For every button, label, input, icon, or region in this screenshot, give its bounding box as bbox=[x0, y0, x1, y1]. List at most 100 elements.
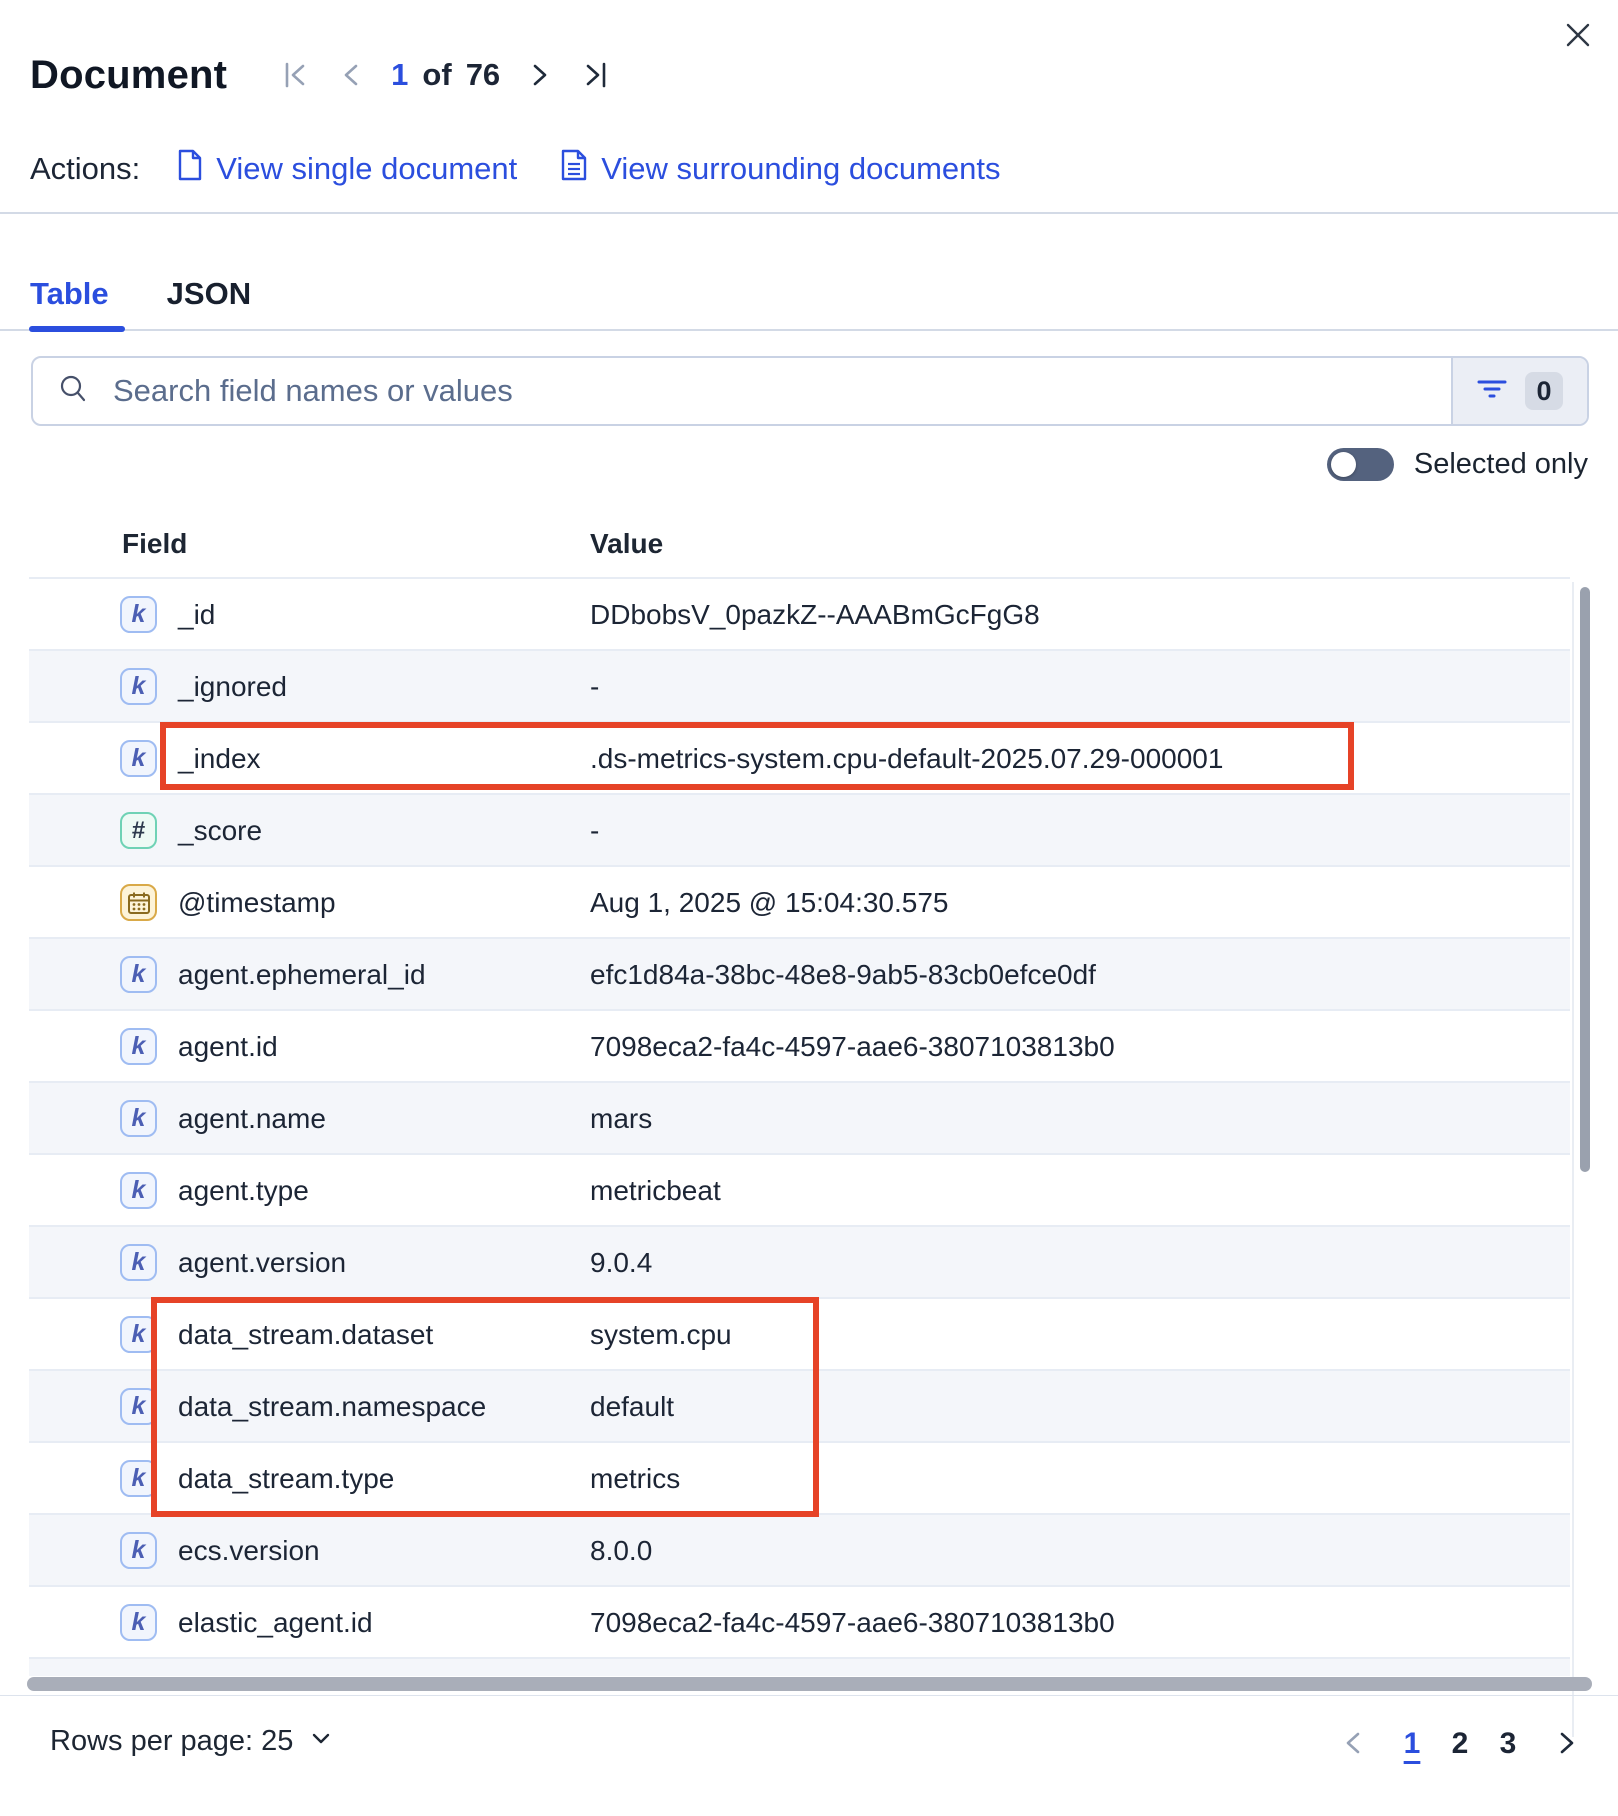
field-name: data_stream.namespace bbox=[178, 1371, 486, 1443]
field-filters-button[interactable]: 0 bbox=[1451, 358, 1587, 424]
table-row-_score[interactable]: # _score - bbox=[29, 793, 1570, 865]
field-value: - bbox=[590, 651, 599, 723]
field-name: _ignored bbox=[178, 651, 287, 723]
filter-count-badge: 0 bbox=[1525, 372, 1563, 410]
field-name: _index bbox=[178, 723, 261, 795]
next-page-button[interactable] bbox=[1546, 1720, 1588, 1769]
keyword-field-icon: k bbox=[120, 740, 157, 777]
search-icon bbox=[57, 373, 89, 410]
keyword-field-icon: k bbox=[120, 1172, 157, 1209]
current-document-number: 1 bbox=[391, 57, 408, 93]
next-document-button[interactable] bbox=[526, 59, 554, 91]
field-value: mars bbox=[590, 1083, 652, 1155]
document-icon bbox=[176, 148, 204, 190]
field-value: 7098eca2-fa4c-4597-aae6-3807103813b0 bbox=[590, 1587, 1115, 1659]
field-name: agent.type bbox=[178, 1155, 309, 1227]
flyout-header: Document 1 of 76 bbox=[30, 50, 612, 100]
field-name: _id bbox=[178, 579, 215, 651]
view-single-document-link[interactable]: View single document bbox=[176, 148, 517, 190]
keyword-field-icon: k bbox=[120, 1532, 157, 1569]
field-value: DDbobsV_0pazkZ--AAABmGcFgG8 bbox=[590, 579, 1040, 651]
table-row-data_stream.namespace[interactable]: k data_stream.namespace default bbox=[29, 1369, 1570, 1441]
tab-json[interactable]: JSON bbox=[167, 276, 255, 334]
chevron-left-icon bbox=[337, 59, 365, 91]
field-value: .ds-metrics-system.cpu-default-2025.07.2… bbox=[590, 723, 1223, 795]
field-name: agent.ephemeral_id bbox=[178, 939, 426, 1011]
table-row-_id[interactable]: k _id DDbobsV_0pazkZ--AAABmGcFgG8 bbox=[29, 577, 1570, 649]
date-field-icon bbox=[120, 884, 157, 921]
keyword-field-icon: k bbox=[120, 1244, 157, 1281]
table-row-data_stream.dataset[interactable]: k data_stream.dataset system.cpu bbox=[29, 1297, 1570, 1369]
table-row-agent.ephemeral_id[interactable]: k agent.ephemeral_id efc1d84a-38bc-48e8-… bbox=[29, 937, 1570, 1009]
last-document-button[interactable] bbox=[580, 59, 612, 91]
field-name: _score bbox=[178, 795, 262, 867]
keyword-field-icon: k bbox=[120, 956, 157, 993]
previous-page-button[interactable] bbox=[1332, 1720, 1374, 1769]
field-value: metrics bbox=[590, 1443, 680, 1515]
rows-per-page-label: Rows per page: 25 bbox=[50, 1725, 293, 1758]
page-button-2[interactable]: 2 bbox=[1436, 1718, 1484, 1770]
documents-icon bbox=[559, 148, 589, 190]
keyword-field-icon: k bbox=[120, 1388, 157, 1425]
field-name: agent.name bbox=[178, 1083, 326, 1155]
footer-divider bbox=[0, 1695, 1618, 1696]
table-row-partial bbox=[29, 1657, 1570, 1676]
rows-per-page-button[interactable]: Rows per page: 25 bbox=[44, 1724, 339, 1759]
field-value: - bbox=[590, 795, 599, 867]
table-row-ecs.version[interactable]: k ecs.version 8.0.0 bbox=[29, 1513, 1570, 1585]
tabs-rule bbox=[0, 329, 1618, 331]
toggle-knob bbox=[1331, 452, 1356, 477]
field-name: agent.id bbox=[178, 1011, 278, 1083]
view-surrounding-documents-link[interactable]: View surrounding documents bbox=[559, 148, 1000, 190]
field-value: 7098eca2-fa4c-4597-aae6-3807103813b0 bbox=[590, 1011, 1115, 1083]
field-value: default bbox=[590, 1371, 674, 1443]
document-pager: 1 of 76 bbox=[279, 57, 612, 93]
field-value: Aug 1, 2025 @ 15:04:30.575 bbox=[590, 867, 949, 939]
table-row-agent.id[interactable]: k agent.id 7098eca2-fa4c-4597-aae6-38071… bbox=[29, 1009, 1570, 1081]
table-row-_ignored[interactable]: k _ignored - bbox=[29, 649, 1570, 721]
first-document-button[interactable] bbox=[279, 59, 311, 91]
page-number-list: 123 bbox=[1388, 1718, 1532, 1770]
chevron-right-icon bbox=[1554, 1728, 1580, 1761]
vertical-scrollbar[interactable] bbox=[1580, 587, 1590, 1172]
table-row-agent.version[interactable]: k agent.version 9.0.4 bbox=[29, 1225, 1570, 1297]
table-header: Field Value bbox=[0, 518, 1618, 576]
table-row-data_stream.type[interactable]: k data_stream.type metrics bbox=[29, 1441, 1570, 1513]
document-flyout: Document 1 of 76 bbox=[0, 0, 1618, 1816]
field-name: ecs.version bbox=[178, 1515, 320, 1587]
page-button-1[interactable]: 1 bbox=[1388, 1718, 1436, 1770]
filter-icon bbox=[1477, 374, 1507, 409]
header-divider bbox=[0, 212, 1618, 214]
table-row-agent.name[interactable]: k agent.name mars bbox=[29, 1081, 1570, 1153]
column-header-value: Value bbox=[590, 528, 663, 560]
field-value: efc1d84a-38bc-48e8-9ab5-83cb0efce0df bbox=[590, 939, 1096, 1011]
search-field-wrap bbox=[33, 358, 1451, 424]
table-row-_index[interactable]: k _index .ds-metrics-system.cpu-default-… bbox=[29, 721, 1570, 793]
field-value: 8.0.0 bbox=[590, 1515, 652, 1587]
selected-only-row: Selected only bbox=[1327, 448, 1588, 481]
field-name: elastic_agent.id bbox=[178, 1587, 373, 1659]
field-value: system.cpu bbox=[590, 1299, 732, 1371]
chevron-right-icon bbox=[526, 59, 554, 91]
table-row-@timestamp[interactable]: @timestamp Aug 1, 2025 @ 15:04:30.575 bbox=[29, 865, 1570, 937]
search-input[interactable] bbox=[111, 372, 1451, 410]
horizontal-scrollbar[interactable] bbox=[27, 1677, 1592, 1691]
keyword-field-icon: k bbox=[120, 1100, 157, 1137]
table-row-agent.type[interactable]: k agent.type metricbeat bbox=[29, 1153, 1570, 1225]
close-flyout-button[interactable] bbox=[1556, 14, 1600, 58]
active-tab-indicator bbox=[29, 326, 125, 332]
keyword-field-icon: k bbox=[120, 1316, 157, 1353]
previous-document-button[interactable] bbox=[337, 59, 365, 91]
page-button-3[interactable]: 3 bbox=[1484, 1718, 1532, 1770]
document-position: 1 of 76 bbox=[391, 57, 500, 93]
table-row-elastic_agent.id[interactable]: k elastic_agent.id 7098eca2-fa4c-4597-aa… bbox=[29, 1585, 1570, 1657]
selected-only-toggle[interactable] bbox=[1327, 448, 1394, 481]
keyword-field-icon: k bbox=[120, 596, 157, 633]
actions-label: Actions: bbox=[30, 151, 140, 187]
keyword-field-icon: k bbox=[120, 668, 157, 705]
number-field-icon: # bbox=[120, 812, 157, 849]
field-search-bar: 0 bbox=[31, 356, 1589, 426]
field-name: data_stream.dataset bbox=[178, 1299, 433, 1371]
chevron-left-icon bbox=[1340, 1728, 1366, 1761]
field-name: data_stream.type bbox=[178, 1443, 394, 1515]
